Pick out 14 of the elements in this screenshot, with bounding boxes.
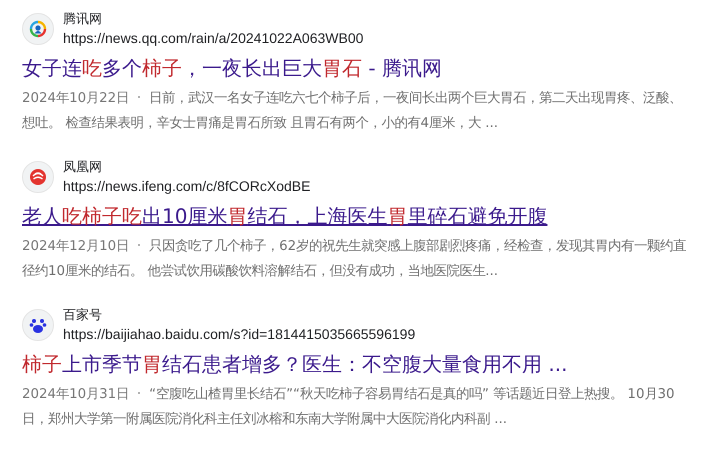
site-logo-icon bbox=[22, 309, 54, 341]
site-logo-icon bbox=[22, 13, 54, 45]
result-snippet: 2024年10月22日 日前，武汉一名女子连吃六七个柿子后，一夜间长出两个巨大胃石，第二天出现胃疼、泛酸、想吐。 检查结果表明，辛女士胃痛是胃石所致 且胃石有两个，小的有4厘米，大 ... bbox=[22, 90, 684, 133]
site-name: 凤凰网 bbox=[63, 159, 103, 177]
result-title-link[interactable]: 女子连吃多个柿子，一夜长出巨大胃石 - 腾讯网 bbox=[22, 54, 442, 82]
result-url[interactable]: https://baijiahao.baidu.com/s?id=1814415035665596199 bbox=[63, 325, 416, 344]
site-logo-icon bbox=[22, 161, 54, 193]
site-name: 腾讯网 bbox=[63, 11, 103, 29]
result-snippet: 2024年12月10日 只因贪吃了几个柿子，62岁的祝先生就突感上腹部剧烈疼痛，经检查，发现其胃内有一颗约直径约10厘米的结石。 他尝试饮用碳酸饮料溶解结石，但没有成功，当地医院医生... bbox=[22, 238, 688, 281]
site-name: 百家号 bbox=[63, 307, 103, 325]
result-url[interactable]: https://news.ifeng.com/c/8fCORcXodBE bbox=[63, 177, 310, 196]
result-url[interactable]: https://news.qq.com/rain/a/20241022A063WB00 bbox=[63, 29, 364, 48]
result-snippet: 2024年10月31日 “空腹吃山楂胃里长结石”“秋天吃柿子容易胃结石是真的吗” 等话题近日登上热搜。 10月30日，郑州大学第一附属医院消化科主任刘冰榕和东南大学附属中大医院消化内科副 ... bbox=[22, 386, 676, 429]
result-title-link[interactable]: 柿子上市季节胃结石患者增多？医生：不空腹大量食用不用 ... bbox=[22, 350, 568, 378]
